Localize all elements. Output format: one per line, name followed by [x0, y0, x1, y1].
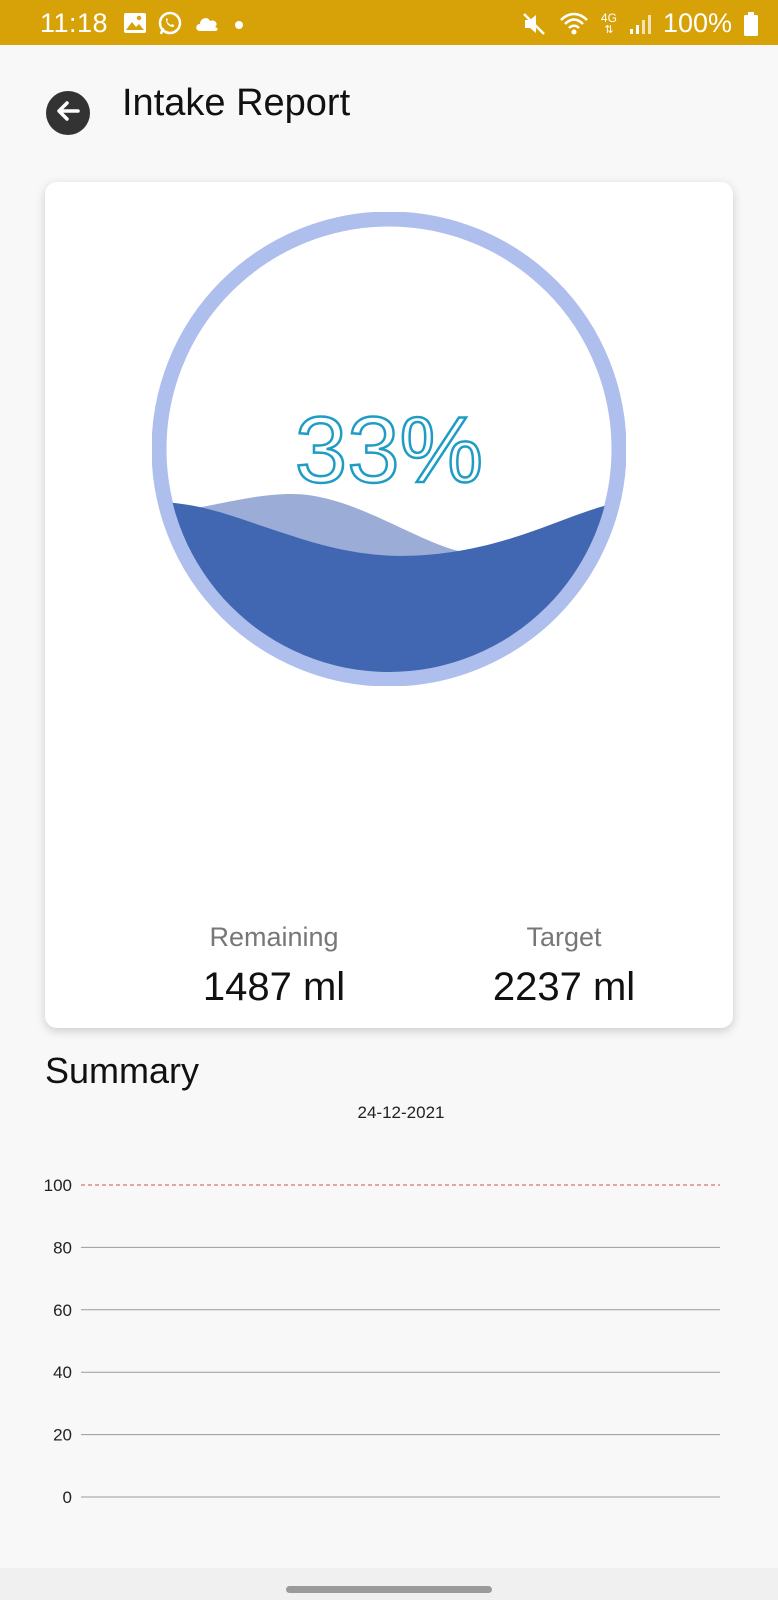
remaining-label: Remaining — [209, 922, 339, 952]
water-gauge: 33% — [152, 212, 626, 686]
back-button[interactable] — [46, 91, 90, 135]
summary-title: Summary — [45, 1050, 200, 1091]
y-tick-label: 80 — [53, 1238, 72, 1257]
remaining-stat: Remaining 1487 ml — [144, 922, 404, 1010]
navigation-bar — [0, 1568, 778, 1600]
y-tick-label: 60 — [53, 1301, 72, 1320]
network-4g-icon: 4G ⇅ — [600, 10, 617, 36]
gallery-icon — [123, 12, 147, 34]
intake-card: 33% Remaining 1487 ml Target 2237 ml — [45, 182, 733, 1028]
signal-icon — [629, 13, 651, 35]
y-tick-label: 100 — [44, 1176, 72, 1195]
back-arrow-icon — [54, 97, 82, 130]
y-tick-label: 0 — [63, 1488, 72, 1507]
network-type-label: 4G — [600, 10, 617, 25]
target-stat: Target 2237 ml — [434, 922, 694, 1010]
mute-icon — [521, 11, 547, 37]
percent-label: 33% — [295, 397, 483, 502]
y-tick-label: 20 — [53, 1426, 72, 1445]
battery-icon — [744, 11, 758, 36]
cloud-icon — [193, 13, 221, 33]
target-value: 2237 ml — [492, 965, 636, 1009]
status-bar: 11:18 4G ⇅ 100% — [0, 0, 778, 45]
home-gesture-bar[interactable] — [286, 1586, 492, 1593]
dot-icon — [231, 15, 247, 31]
wifi-icon — [559, 12, 589, 36]
remaining-value: 1487 ml — [202, 965, 346, 1009]
page-title: Intake Report — [122, 82, 351, 124]
whatsapp-icon — [157, 10, 183, 36]
target-label: Target — [526, 922, 602, 952]
summary-chart: 24-12-2021 100 80 60 40 20 0 — [44, 1103, 720, 1507]
battery-percent: 100% — [662, 8, 732, 38]
chart-grid: 100 80 60 40 20 0 — [44, 1176, 720, 1507]
y-tick-label: 40 — [53, 1363, 72, 1382]
status-time: 11:18 — [40, 8, 109, 38]
chart-title: 24-12-2021 — [358, 1103, 445, 1122]
